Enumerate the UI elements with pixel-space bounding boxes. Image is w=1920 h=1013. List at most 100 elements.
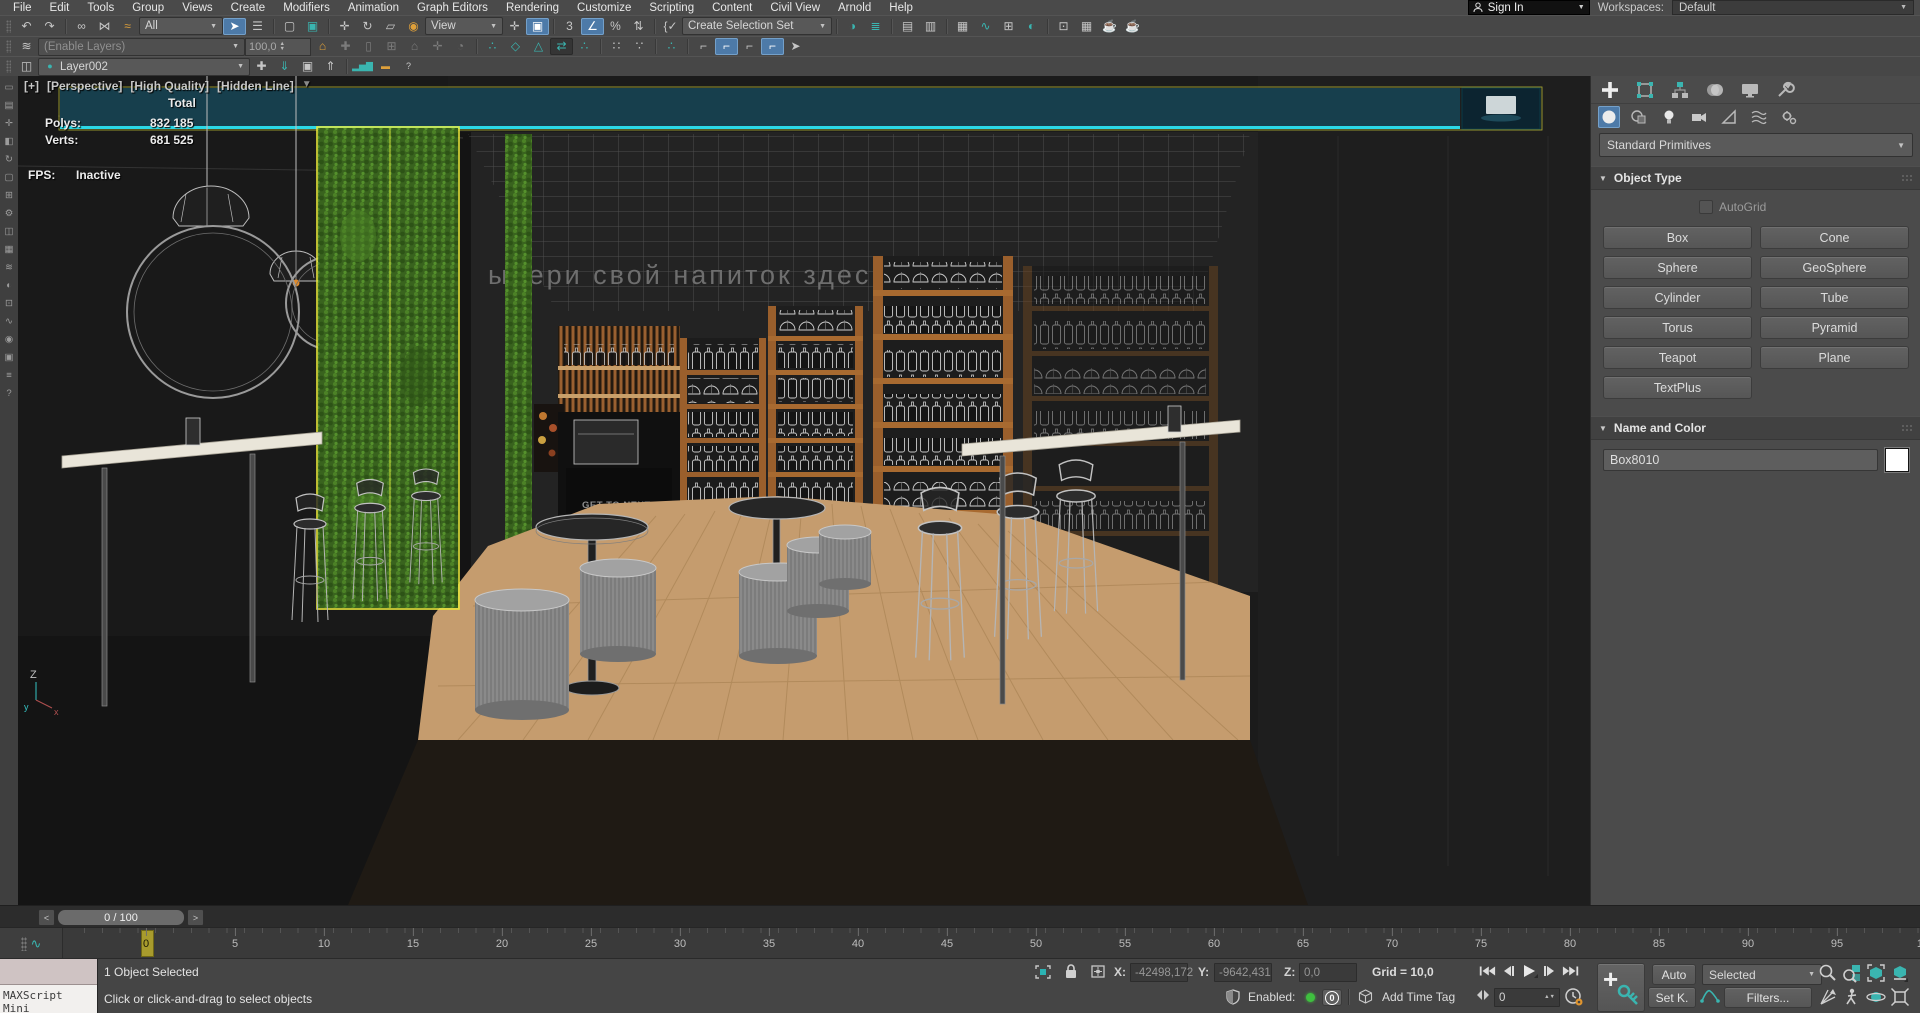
object-type-rollout-header[interactable]: ▼ Object Type — [1591, 166, 1920, 190]
use-selection-center-icon[interactable]: ▣ — [526, 18, 549, 35]
viewport-pov-label[interactable]: [Perspective] — [47, 79, 122, 93]
material-editor-icon[interactable]: ◐ — [1020, 18, 1043, 35]
menu-item[interactable]: Views — [173, 2, 221, 14]
utilities-tab-icon[interactable] — [1774, 79, 1796, 101]
render-setup-icon[interactable]: ⊡ — [1052, 18, 1075, 35]
snaps-toggle-icon[interactable]: 3 — [558, 18, 581, 35]
use-pivot-point-center-icon[interactable]: ✛ — [503, 18, 526, 35]
menu-item[interactable]: Customize — [568, 2, 640, 14]
menu-item[interactable]: Help — [880, 2, 922, 14]
layer-opacity-spinner[interactable]: 100,0▲▼ — [245, 38, 311, 56]
side-toolbar-button-4[interactable]: ◧ — [1, 135, 17, 148]
isolate-selection-icon[interactable] — [1034, 964, 1052, 983]
render-production-icon[interactable]: ☕ — [1098, 18, 1121, 35]
primitive-button[interactable]: Cone — [1760, 226, 1909, 249]
redo-icon[interactable]: ↷ — [38, 18, 61, 35]
snap-midpoint-icon[interactable]: ◇ — [504, 38, 527, 55]
side-toolbar-button-13[interactable]: ⊡ — [1, 297, 17, 310]
toggle-scene-explorer-icon[interactable]: ▤ — [896, 18, 919, 35]
polar-snap-icon[interactable]: ➤ — [784, 38, 807, 55]
next-frame-button[interactable]: > — [187, 909, 204, 926]
reference-coordinate-select[interactable]: View▼ — [425, 17, 503, 35]
select-and-rotate-icon[interactable]: ↻ — [356, 18, 379, 35]
side-toolbar-button-11[interactable]: ≋ — [1, 261, 17, 274]
menu-item[interactable]: Animation — [339, 2, 408, 14]
auto-key-button[interactable]: Auto — [1652, 964, 1696, 985]
delete-layer-icon[interactable]: ▯ — [357, 38, 380, 55]
layer-home-icon[interactable]: ⌂ — [403, 38, 426, 55]
enabled-count-badge[interactable]: 0 — [1322, 989, 1342, 1006]
perspective-viewport[interactable]: ыбери свой напиток здесь GET TO NEXT LEV… — [18, 76, 1590, 905]
menu-item[interactable]: File — [4, 2, 41, 14]
edit-named-selection-sets-icon[interactable]: {✓ — [659, 18, 682, 35]
mirror-icon[interactable]: ◑ — [841, 18, 864, 35]
create-new-layer-icon[interactable]: ✚ — [250, 58, 273, 75]
zoom-extents-all-icon[interactable] — [1890, 963, 1910, 986]
maximize-viewport-toggle-icon[interactable] — [1890, 987, 1910, 1010]
object-name-input[interactable] — [1603, 449, 1878, 471]
side-toolbar-button-17[interactable]: ≡ — [1, 369, 17, 382]
return-to-top-level-icon[interactable]: ⌂ — [311, 38, 334, 55]
toggle-layer-explorer-icon[interactable]: ▥ — [919, 18, 942, 35]
primitive-button[interactable]: Teapot — [1603, 346, 1752, 369]
modify-tab-icon[interactable] — [1634, 79, 1656, 101]
primitive-button[interactable]: Cylinder — [1603, 286, 1752, 309]
shapes-category-icon[interactable] — [1628, 106, 1650, 128]
statistics-icon[interactable]: ▂▅▇ — [351, 58, 374, 75]
side-toolbar-button-18[interactable]: ? — [1, 387, 17, 400]
help-icon[interactable]: ? — [397, 58, 420, 75]
side-toolbar-button-10[interactable]: ▦ — [1, 243, 17, 256]
geometry-category-icon[interactable] — [1598, 106, 1620, 128]
named-selection-set-select[interactable]: Create Selection Set▼ — [682, 17, 832, 35]
layer-properties-icon[interactable]: ⊞ — [380, 38, 403, 55]
name-color-rollout-header[interactable]: ▼ Name and Color — [1591, 416, 1920, 440]
window-crossing-icon[interactable]: ▣ — [301, 18, 324, 35]
timeline-ruler[interactable]: 0510152025303540455055606570758085909510… — [62, 928, 1920, 959]
selection-set-key-select[interactable]: Selected▼ — [1702, 964, 1822, 985]
enable-layers-select[interactable]: (Enable Layers)▼ — [38, 38, 245, 56]
menu-item[interactable]: Arnold — [829, 2, 880, 14]
menu-item[interactable]: Scripting — [640, 2, 703, 14]
go-to-start-button[interactable] — [1476, 962, 1497, 980]
shield-icon[interactable] — [1226, 989, 1240, 1008]
viewport-quality-label[interactable]: [High Quality] — [130, 79, 209, 93]
hierarchy-tab-icon[interactable] — [1669, 79, 1691, 101]
space-warps-category-icon[interactable] — [1748, 106, 1770, 128]
primitive-button[interactable]: Tube — [1760, 286, 1909, 309]
curve-editor-icon[interactable]: ∿ — [974, 18, 997, 35]
track-bar[interactable]: ∿ 05101520253035404550556065707580859095… — [0, 927, 1920, 960]
snap-2d-icon[interactable]: ⌐ — [692, 38, 715, 55]
viewport-filter-icon[interactable]: ▼ — [302, 79, 312, 93]
side-toolbar-button-8[interactable]: ⚙ — [1, 207, 17, 220]
autogrid-checkbox[interactable] — [1699, 200, 1713, 214]
time-configuration-icon[interactable] — [1564, 987, 1584, 1010]
rectangular-selection-region-icon[interactable]: ▢ — [278, 18, 301, 35]
mini-curve-editor-icon[interactable]: ∿ — [31, 936, 42, 952]
side-toolbar-button-7[interactable]: ⊞ — [1, 189, 17, 202]
select-and-move-icon[interactable]: ✛ — [333, 18, 356, 35]
primitive-button[interactable]: TextPlus — [1603, 376, 1752, 399]
side-toolbar-button-15[interactable]: ◉ — [1, 333, 17, 346]
toolbar-grip[interactable] — [6, 60, 11, 73]
object-color-swatch[interactable] — [1885, 448, 1909, 472]
lights-category-icon[interactable] — [1658, 106, 1680, 128]
percent-snap-toggle-icon[interactable]: % — [604, 18, 627, 35]
snap-frozen-icon[interactable]: ⇄ — [550, 38, 573, 55]
maxscript-output[interactable] — [0, 959, 97, 985]
zoom-icon[interactable] — [1818, 963, 1838, 986]
scene-explorer-window-icon[interactable]: ◫ — [15, 58, 38, 75]
side-toolbar-button-2[interactable]: ▤ — [1, 99, 17, 112]
align-icon[interactable]: ≣ — [864, 18, 887, 35]
ortho-snap-icon[interactable]: ⌐ — [761, 38, 784, 55]
orbit-icon[interactable] — [1866, 987, 1886, 1010]
schematic-view-icon[interactable]: ⊞ — [997, 18, 1020, 35]
absolute-offset-mode-icon[interactable] — [1090, 964, 1106, 982]
maxscript-input[interactable]: MAXScript Mini — [0, 985, 97, 1013]
menu-item[interactable]: Group — [123, 2, 173, 14]
angle-snap-toggle-icon[interactable]: ∠ — [581, 18, 604, 35]
primitive-category-select[interactable]: Standard Primitives▼ — [1599, 133, 1913, 157]
primitive-button[interactable]: Torus — [1603, 316, 1752, 339]
toggle-ribbon-icon[interactable]: ▦ — [951, 18, 974, 35]
select-and-scale-icon[interactable]: ▱ — [379, 18, 402, 35]
create-tab-icon[interactable] — [1599, 79, 1621, 101]
